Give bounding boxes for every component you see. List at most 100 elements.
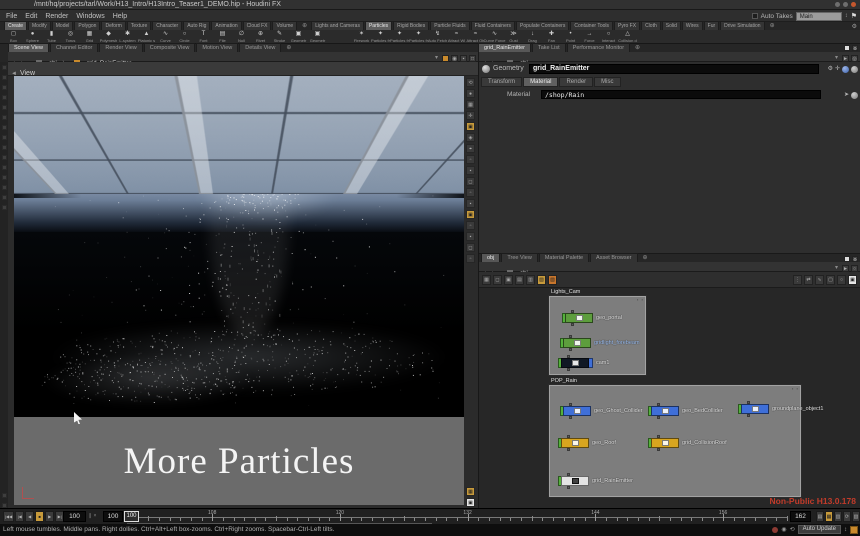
- add-shelf-tab-icon[interactable]: ⊕: [770, 22, 775, 30]
- pin-icon[interactable]: [442, 55, 449, 62]
- take-stepper-icon[interactable]: ↕: [845, 13, 848, 19]
- float-pane-icon[interactable]: □: [469, 55, 476, 62]
- take-selector[interactable]: Main: [796, 12, 842, 21]
- viewport-left-tool-icon[interactable]: [2, 65, 7, 70]
- viewport-tool-icon[interactable]: ⟲: [466, 78, 475, 87]
- tool-rivet[interactable]: ⊕Rivet: [251, 30, 270, 43]
- network-tool-icon[interactable]: ▥: [526, 275, 535, 285]
- shelf-tab-create[interactable]: Create: [4, 21, 27, 30]
- viewport-tool-icon[interactable]: ▣: [466, 210, 475, 219]
- new-pane-tab-icon[interactable]: ⊕: [635, 44, 640, 52]
- tool-torus[interactable]: ◎Torus: [61, 30, 80, 43]
- connector-style-icon[interactable]: ⇄: [804, 275, 813, 285]
- shelf-tab-modify[interactable]: Modify: [28, 21, 51, 30]
- shelf-tab-volume[interactable]: Volume: [272, 21, 297, 30]
- viewport-tool-icon[interactable]: ◻: [466, 243, 475, 252]
- cache-icon[interactable]: ⟲: [790, 526, 795, 533]
- material-path-field[interactable]: /shop/Rain: [541, 90, 821, 99]
- subtab-material[interactable]: Material: [523, 77, 558, 87]
- link-icon[interactable]: ◉: [451, 55, 458, 62]
- layout-icon[interactable]: ∿: [815, 275, 824, 285]
- pane-tab-channel-editor[interactable]: Channel Editor: [50, 43, 98, 52]
- pane-tab-render-view[interactable]: Render View: [99, 43, 142, 52]
- auto-takes-checkbox[interactable]: [752, 13, 758, 19]
- network-tool-icon[interactable]: ◻: [493, 275, 502, 285]
- viewport-tool-icon[interactable]: ✛: [466, 111, 475, 120]
- network-editor-canvas[interactable]: Lights_Cam▪ ▪geo_portalgridlight_forebea…: [479, 288, 860, 508]
- pane-menu-icon[interactable]: ⚙: [852, 45, 858, 51]
- open-chooser-icon[interactable]: ➤: [844, 90, 849, 100]
- message-log-icon[interactable]: ◉: [781, 526, 786, 533]
- network-tool-icon[interactable]: ▧: [537, 275, 546, 285]
- network-node-geo-bedcollider[interactable]: geo_BedCollider: [648, 406, 723, 416]
- tool-stroke[interactable]: ✎Stroke: [270, 30, 289, 43]
- material-ball-icon[interactable]: [851, 92, 858, 99]
- network-tool-icon[interactable]: ▨: [548, 275, 557, 285]
- menu-windows[interactable]: Windows: [72, 13, 108, 20]
- range-end-field[interactable]: 162: [790, 511, 811, 522]
- shelf-tab-populate-containers[interactable]: Populate Containers: [516, 21, 569, 30]
- playbar-settings-icon[interactable]: ▧: [852, 511, 860, 522]
- shelf-tab-cloth[interactable]: Cloth: [641, 21, 661, 30]
- titlebar[interactable]: /mnt/hq/projects/tarl/Work/H13_Intro/H13…: [0, 0, 860, 10]
- tool-fan[interactable]: ✚Fan: [542, 30, 561, 43]
- timeline-ruler[interactable]: 100 108120132144156: [127, 510, 787, 523]
- tool-gust[interactable]: ≫Gust: [504, 30, 523, 43]
- shelf-tab-container-tools[interactable]: Container Tools: [570, 21, 613, 30]
- shelf-tab-model[interactable]: Model: [52, 21, 74, 30]
- network-box-lights-cam[interactable]: Lights_Cam▪ ▪geo_portalgridlight_forebea…: [549, 296, 646, 375]
- network-tool-icon[interactable]: ▤: [515, 275, 524, 285]
- range-limit-icon[interactable]: ∥: [89, 512, 92, 521]
- range-start-field[interactable]: 100: [103, 511, 123, 522]
- viewport-tool-icon[interactable]: ▫: [466, 155, 475, 164]
- network-node-geo-portal[interactable]: geo_portal: [562, 313, 622, 323]
- network-box-controls[interactable]: ▪ ▪: [637, 297, 644, 302]
- tool-tube[interactable]: ▮Tube: [42, 30, 61, 43]
- viewport-tool-icon[interactable]: ▣: [466, 122, 475, 131]
- shelf-tab-deform[interactable]: Deform: [101, 21, 125, 30]
- tool-geometr[interactable]: ▣Geometr: [289, 30, 308, 43]
- shelf-tab-wires[interactable]: Wires: [682, 21, 703, 30]
- audio-icon[interactable]: ▥: [834, 511, 842, 522]
- sim-cache-icon[interactable]: ⟳: [843, 511, 851, 522]
- viewport-left-tool-icon[interactable]: [2, 85, 7, 90]
- pane-tab-performance-monitor[interactable]: Performance Monitor: [567, 43, 630, 52]
- viewport-left-tool-icon[interactable]: [2, 105, 7, 110]
- auto-update-selector[interactable]: Auto Update: [798, 525, 841, 534]
- shelf-tab-cloud-fx[interactable]: Cloud FX: [243, 21, 272, 30]
- viewport-left-tool-icon[interactable]: [2, 185, 7, 190]
- tool-collision-d[interactable]: △Collision d: [618, 30, 637, 43]
- network-node-gridlight-forebeam[interactable]: gridlight_forebeam: [560, 338, 640, 348]
- subtab-render[interactable]: Render: [559, 77, 593, 87]
- blue-sphere-icon[interactable]: [842, 66, 849, 73]
- shelf-tab-polygon[interactable]: Polygon: [74, 21, 100, 30]
- viewport-tool-icon[interactable]: ⌖: [466, 144, 475, 153]
- shelf-tab-particle-fluids[interactable]: Particle Fluids: [430, 21, 469, 30]
- scene-viewport[interactable]: ◄View More Particles ⟲●▦✛▣◈⌖▫▪◻▫▪▣▫▪◻▫▦▣: [8, 62, 478, 508]
- current-frame-field[interactable]: 100: [63, 511, 86, 522]
- viewport-left-tool-icon[interactable]: [2, 95, 7, 100]
- pane-tab-take-list[interactable]: Take List: [532, 43, 566, 52]
- tool-force[interactable]: →Force: [580, 30, 599, 43]
- shelf-tab-drive-simulation[interactable]: Drive Simulation: [720, 21, 764, 30]
- playhead-marker[interactable]: 100: [124, 511, 139, 522]
- overview-map-icon[interactable]: ▣: [848, 275, 857, 285]
- target-icon[interactable]: ◎: [851, 55, 858, 62]
- shelf-tab-particles[interactable]: Particles: [365, 21, 392, 30]
- subtab-misc[interactable]: Misc: [594, 77, 620, 87]
- tool-drag[interactable]: ↓Drag: [523, 30, 542, 43]
- tool-firework[interactable]: ✶Firework: [352, 30, 371, 43]
- viewport-tool-icon[interactable]: ▪: [466, 199, 475, 208]
- pane-tab-details-view[interactable]: Details View: [239, 43, 281, 52]
- pane-tab-scene-view[interactable]: Scene View: [8, 43, 49, 52]
- tool-geometr[interactable]: ▣Geometr: [308, 30, 327, 43]
- grey-sphere-icon[interactable]: [851, 66, 858, 73]
- viewport-left-tool-icon[interactable]: [2, 165, 7, 170]
- cook-indicator-icon[interactable]: [850, 526, 858, 534]
- viewport-tool-icon[interactable]: ◈: [466, 133, 475, 142]
- tool-font[interactable]: TFont: [194, 30, 213, 43]
- subtab-transform[interactable]: Transform: [481, 77, 522, 87]
- pane-tab-tree-view[interactable]: Tree View: [501, 253, 537, 262]
- network-node-grid-rainemitter[interactable]: grid_RainEmitter: [558, 476, 633, 486]
- dopesheet-icon[interactable]: ▤: [816, 511, 824, 522]
